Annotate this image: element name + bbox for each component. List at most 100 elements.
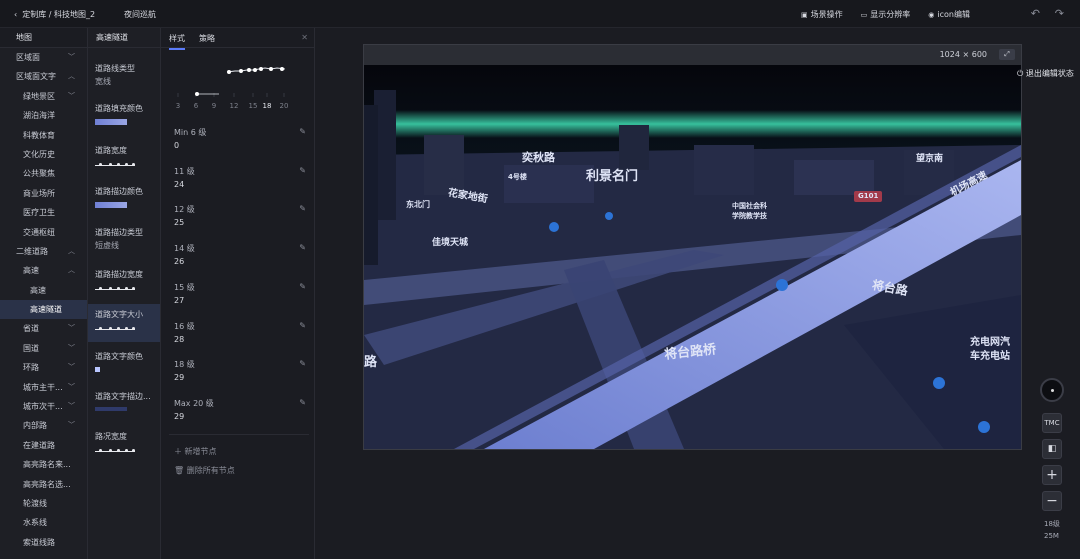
layer-tree-item[interactable]: 索道线路	[0, 533, 87, 552]
close-icon[interactable]: ✕	[301, 33, 308, 42]
compass-icon[interactable]	[1040, 378, 1064, 402]
layer-tree-item-label: 文化历史	[23, 149, 55, 159]
zoom-level-curve[interactable]: 3 6 9 12 15 18 20	[161, 50, 315, 110]
layer-tree-item[interactable]: 医疗卫生	[0, 203, 87, 222]
layer-tree-item[interactable]: 城市主干... ﹀	[0, 378, 87, 397]
property-item[interactable]: 道路文字大小	[88, 304, 160, 342]
zoom-level-value[interactable]: 29	[174, 373, 306, 382]
top-bar: ‹ 定制库 / 科技地图_2 夜间巡航 ▣ 场景操作 ▭ 显示分辨率 ◉ icon编辑 …	[0, 0, 1080, 28]
property-item[interactable]: 道路文字颜色	[88, 346, 160, 380]
edit-icon[interactable]: ✎	[299, 359, 306, 368]
layer-tree-item[interactable]: 省道 ﹀	[0, 319, 87, 338]
mini-curve-dot	[109, 287, 112, 290]
zoom-level-value[interactable]: 29	[174, 412, 306, 421]
mini-curve-dot	[132, 449, 135, 452]
mini-curve-preview	[95, 447, 135, 455]
layer-tree-item[interactable]: 交通枢纽	[0, 223, 87, 242]
layer-tree-item[interactable]: 高速 ︿	[0, 261, 87, 280]
axis-tick-label: 15	[249, 102, 258, 110]
layer-tree-item[interactable]: 轮渡线	[0, 494, 87, 513]
curve-node[interactable]	[269, 67, 273, 71]
curve-node[interactable]	[195, 92, 199, 96]
redo-icon[interactable]: ↷	[1055, 7, 1064, 20]
property-item[interactable]: 道路填充颜色	[88, 98, 160, 132]
layer-tree-item[interactable]: 科教体育	[0, 126, 87, 145]
delete-nodes-button[interactable]: 🗑 删除所有节点	[174, 465, 235, 476]
property-item[interactable]: 道路描边颜色	[88, 181, 160, 215]
add-node-button[interactable]: ＋ 新增节点	[174, 446, 217, 457]
trash-icon: 🗑	[174, 466, 187, 475]
layer-tree-item-label: 水系线	[23, 518, 47, 528]
layer-tree-item[interactable]: 水系线	[0, 513, 87, 532]
back-breadcrumb[interactable]: ‹ 定制库 / 科技地图_2	[14, 9, 95, 20]
icon-edit-button[interactable]: ◉ icon编辑	[928, 9, 970, 20]
layer-tree-item[interactable]: 城市次干... ﹀	[0, 397, 87, 416]
axis-tick-label: 6	[194, 102, 199, 110]
edit-icon[interactable]: ✎	[299, 243, 306, 252]
fullscreen-icon[interactable]: ⤢	[999, 49, 1015, 60]
edit-icon[interactable]: ✎	[299, 282, 306, 291]
property-item[interactable]: 路况宽度	[88, 426, 160, 460]
zoom-in-button[interactable]: +	[1042, 465, 1062, 485]
layer-tree-item[interactable]: 高亮路名来...	[0, 455, 87, 474]
zoom-level-value[interactable]: 24	[174, 180, 306, 189]
chevron-left-icon: ‹	[14, 10, 18, 19]
layer-tree-item-label: 公共聚焦	[23, 169, 55, 179]
tab-strategy[interactable]: 策略	[199, 33, 215, 44]
mini-curve-dot	[117, 163, 120, 166]
layer-tree-item[interactable]: 国道 ﹀	[0, 339, 87, 358]
mini-curve-dot	[132, 287, 135, 290]
zoom-level-value[interactable]: 0	[174, 141, 306, 150]
edit-icon[interactable]: ✎	[299, 204, 306, 213]
layer-tree-item[interactable]: 绿地景区 ﹀	[0, 87, 87, 106]
zoom-level-value[interactable]: 25	[174, 218, 306, 227]
scene-action-button[interactable]: ▣ 场景操作	[801, 9, 843, 20]
3d-cube-icon[interactable]: ◧	[1042, 439, 1062, 459]
curve-node[interactable]	[253, 68, 257, 72]
undo-icon[interactable]: ↶	[1031, 7, 1040, 20]
zoom-level-row: 15 级 27 ✎	[174, 282, 306, 305]
edit-icon[interactable]: ✎	[299, 166, 306, 175]
curve-node[interactable]	[239, 69, 243, 73]
curve-node[interactable]	[247, 68, 251, 72]
exit-edit-button[interactable]: ⏻ 退出编辑状态	[1017, 68, 1074, 79]
edit-icon[interactable]: ✎	[299, 398, 306, 407]
layer-tree-item[interactable]: 在建道路	[0, 436, 87, 455]
tab-style[interactable]: 样式	[169, 33, 185, 50]
layer-tree-item[interactable]: 高速隧道	[0, 300, 87, 320]
layer-tree-item[interactable]: 高亮路名选...	[0, 475, 87, 494]
layer-tree-item[interactable]: 区域面文字 ︿	[0, 67, 87, 86]
layer-tree-item[interactable]: 高速	[0, 281, 87, 300]
map-label: 4号楼	[508, 173, 527, 181]
chevron-down-icon: ﹀	[68, 324, 75, 333]
edit-icon[interactable]: ✎	[299, 321, 306, 330]
curve-node[interactable]	[259, 67, 263, 71]
map-label: 充电网汽	[970, 337, 1010, 348]
zoom-level-value[interactable]: 27	[174, 296, 306, 305]
property-item[interactable]: 道路描边类型 短虚线	[88, 222, 160, 256]
property-item[interactable]: 道路宽度	[88, 140, 160, 174]
resolution-button[interactable]: ▭ 显示分辨率	[861, 9, 911, 20]
property-item[interactable]: 道路文字描边...	[88, 386, 160, 420]
zoom-out-button[interactable]: −	[1042, 491, 1062, 511]
layer-tree-item[interactable]: 二维道路 ︿	[0, 242, 87, 261]
zoom-level-value[interactable]: 28	[174, 335, 306, 344]
layer-tree-item[interactable]: 文化历史	[0, 145, 87, 164]
mini-curve-dot	[117, 327, 120, 330]
curve-node[interactable]	[280, 67, 284, 71]
layer-tree-item[interactable]: 环路 ﹀	[0, 358, 87, 377]
layer-tree-item[interactable]: 公共聚焦	[0, 164, 87, 183]
property-item[interactable]: 道路描边宽度	[88, 264, 160, 298]
curve-node[interactable]	[227, 70, 231, 74]
map-label: 东北门	[406, 200, 430, 209]
map-view[interactable]: 奕秋路 利景名门 4号楼 望京南 花家地街 东北门 中国社会科 学院教学技 G1…	[364, 65, 1021, 449]
tmc-toggle-button[interactable]: TMC	[1042, 413, 1062, 433]
layer-tree-item[interactable]: 湖泊海洋	[0, 106, 87, 125]
layer-tree-item[interactable]: 商业场所	[0, 184, 87, 203]
layer-tree-item[interactable]: 区域面 ﹀	[0, 48, 87, 67]
layer-tree-item[interactable]: 内部路 ﹀	[0, 416, 87, 435]
zoom-level-value[interactable]: 26	[174, 257, 306, 266]
map-label: 利景名门	[586, 169, 639, 184]
edit-icon[interactable]: ✎	[299, 127, 306, 136]
property-item[interactable]: 道路线类型 宽线	[88, 58, 160, 92]
